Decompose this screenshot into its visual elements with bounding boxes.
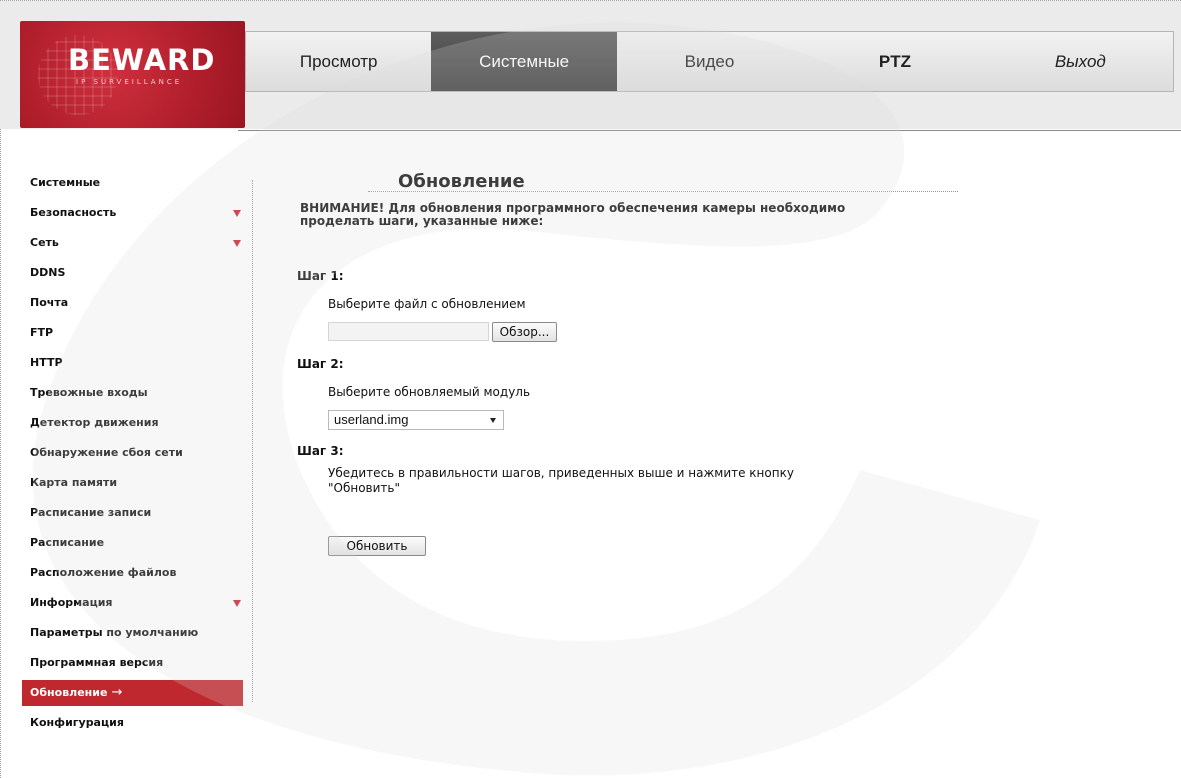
sidebar-item-mail[interactable]: Почта xyxy=(22,288,243,318)
sidebar-item-motion-detector[interactable]: Детектор движения xyxy=(22,408,243,438)
expand-arrow-icon xyxy=(233,240,241,247)
header-divider xyxy=(238,130,1181,131)
tab-video[interactable]: Видео xyxy=(617,32,802,91)
sidebar-item-update[interactable]: Обновление → xyxy=(22,680,243,706)
sidebar-item-ddns[interactable]: DDNS xyxy=(22,258,243,288)
sidebar-item-label: Параметры по умолчанию xyxy=(30,626,199,639)
sidebar-item-system[interactable]: Системные xyxy=(22,168,243,198)
expand-arrow-icon xyxy=(233,210,241,217)
sidebar-item-label: Обнаружение сбоя сети xyxy=(30,446,183,459)
sidebar-menu: Системные Безопасность Сеть DDNS Почта F… xyxy=(22,168,243,738)
sidebar-item-ftp[interactable]: FTP xyxy=(22,318,243,348)
module-select[interactable]: userland.img xyxy=(328,410,504,430)
main-nav-tabs: Просмотр Системные Видео PTZ Выход xyxy=(245,31,1174,92)
sidebar-item-network[interactable]: Сеть xyxy=(22,228,243,258)
sidebar-item-label: HTTP xyxy=(30,356,63,369)
sidebar-item-label: Безопасность xyxy=(30,206,117,219)
sidebar-item-network-failure[interactable]: Обнаружение сбоя сети xyxy=(22,438,243,468)
logo-tagline: IP SURVEILLANCE xyxy=(76,78,183,86)
sidebar-item-label: Тревожные входы xyxy=(30,386,148,399)
sidebar-item-defaults[interactable]: Параметры по умолчанию xyxy=(22,618,243,648)
sidebar-item-memory-card[interactable]: Карта памяти xyxy=(22,468,243,498)
sidebar-item-label: Детектор движения xyxy=(30,416,159,429)
right-arrow-icon: → xyxy=(111,685,123,700)
tab-ptz[interactable]: PTZ xyxy=(802,32,987,91)
sidebar-item-label: Конфигурация xyxy=(30,716,124,729)
sidebar-item-label: DDNS xyxy=(30,266,66,279)
update-file-field[interactable] xyxy=(328,322,489,341)
step3-text: Убедитесь в правильности шагов, приведен… xyxy=(328,466,794,495)
warning-text: ВНИМАНИЕ! Для обновления программного об… xyxy=(300,201,846,228)
step3-label: Шаг 3: xyxy=(297,444,344,458)
title-divider xyxy=(368,191,958,192)
sidebar-item-label: Почта xyxy=(30,296,69,309)
step1-label: Шаг 1: xyxy=(297,269,344,283)
sidebar-item-label: Расписание записи xyxy=(30,506,152,519)
sidebar-item-security[interactable]: Безопасность xyxy=(22,198,243,228)
tab-system[interactable]: Системные xyxy=(431,32,617,91)
beward-logo[interactable]: BEWARD IP SURVEILLANCE xyxy=(20,21,245,128)
expand-arrow-icon xyxy=(233,600,241,607)
sidebar-item-alarm-inputs[interactable]: Тревожные входы xyxy=(22,378,243,408)
sidebar-item-label: Расположение файлов xyxy=(30,566,177,579)
update-button[interactable]: Обновить xyxy=(328,536,426,556)
sidebar-item-configuration[interactable]: Конфигурация xyxy=(22,708,243,738)
sidebar-item-label: Программная версия xyxy=(30,656,164,669)
sidebar-item-label: Системные xyxy=(30,176,101,189)
chevron-down-icon xyxy=(490,418,496,423)
sidebar-item-schedule[interactable]: Расписание xyxy=(22,528,243,558)
sidebar-item-label: Расписание xyxy=(30,536,105,549)
step2-text: Выберите обновляемый модуль xyxy=(328,385,531,399)
page-title: Обновление xyxy=(398,171,525,192)
sidebar-item-label: FTP xyxy=(30,326,54,339)
sidebar-item-firmware-version[interactable]: Программная версия xyxy=(22,648,243,678)
sidebar-item-label: Обновление xyxy=(30,686,108,699)
sidebar-item-file-location[interactable]: Расположение файлов xyxy=(22,558,243,588)
sidebar-item-information[interactable]: Информация xyxy=(22,588,243,618)
sidebar-item-http[interactable]: HTTP xyxy=(22,348,243,378)
tab-view[interactable]: Просмотр xyxy=(246,32,431,91)
step2-label: Шаг 2: xyxy=(297,357,344,371)
sidebar-item-label: Карта памяти xyxy=(30,476,118,489)
sidebar-item-record-schedule[interactable]: Расписание записи xyxy=(22,498,243,528)
browse-button[interactable]: Обзор... xyxy=(492,322,557,342)
sidebar-item-label: Сеть xyxy=(30,236,59,249)
logo-brand-name: BEWARD xyxy=(68,43,216,77)
tab-logout[interactable]: Выход xyxy=(988,32,1173,91)
sidebar-divider xyxy=(252,180,253,702)
sidebar-item-label: Информация xyxy=(30,596,113,609)
step1-text: Выберите файл с обновлением xyxy=(328,297,526,311)
module-select-value: userland.img xyxy=(334,412,409,427)
